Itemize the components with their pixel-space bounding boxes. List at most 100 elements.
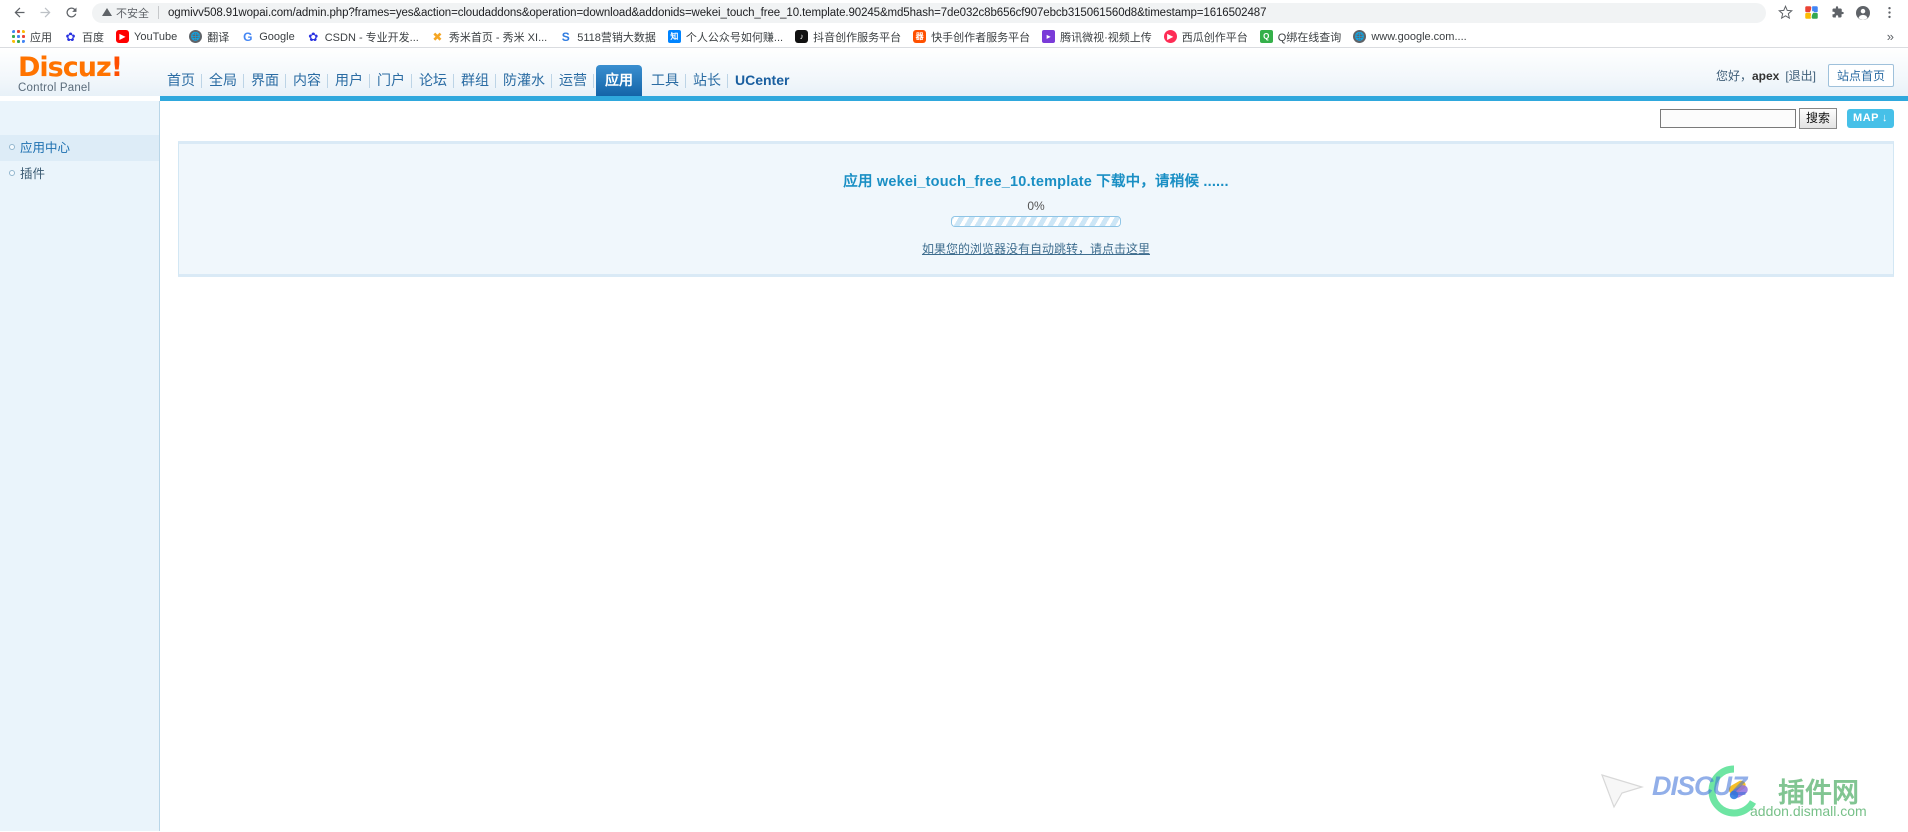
search-input[interactable] [1660,109,1796,128]
nav-item-antispam[interactable]: 防灌水 [496,68,552,96]
download-progress-bar [951,216,1121,227]
map-arrow-icon: ↓ [1882,109,1888,128]
weishi-icon: ▸ [1042,30,1055,43]
bookmarks-overflow-button[interactable]: » [1879,29,1902,44]
bookmark-label: 百度 [82,29,104,45]
url-text: ogmivv508.91wopai.com/admin.php?frames=y… [168,7,1266,19]
logo-wordmark: Discuz! [18,54,160,81]
nav-item-global[interactable]: 全局 [202,68,244,96]
bookmark-item-xiumi[interactable]: ✖ 秀米首页 - 秀米 XI... [425,27,553,47]
qbang-icon: Q [1260,30,1273,43]
map-label: MAP [1853,109,1879,128]
back-arrow-icon[interactable] [6,0,32,26]
discuz-sidebar: 应用中心 插件 [0,101,160,831]
reload-icon[interactable] [58,0,84,26]
nav-item-group[interactable]: 群组 [454,68,496,96]
nav-item-tools[interactable]: 工具 [644,68,686,96]
bookmark-label: 腾讯微视·视频上传 [1060,29,1152,45]
nav-item-operation[interactable]: 运营 [552,68,594,96]
bookmark-item-zhihu[interactable]: 知 个人公众号如何赚... [662,27,789,47]
nav-item-apps[interactable]: 应用 [596,65,642,96]
bookmark-item-apps[interactable]: 应用 [6,27,58,47]
omnibox-divider [158,6,159,19]
manual-redirect-link[interactable]: 如果您的浏览器没有自动跳转，请点击这里 [922,240,1150,257]
bookmark-label: 西瓜创作平台 [1182,29,1248,45]
discuz-main-content: 搜索 MAP ↓ 应用 wekei_touch_free_10.template… [160,101,1908,831]
bookmark-item-weishi[interactable]: ▸ 腾讯微视·视频上传 [1036,27,1158,47]
map-button[interactable]: MAP ↓ [1847,109,1894,128]
bookmark-label: CSDN - 专业开发... [325,29,419,45]
bookmark-item-kuaishou[interactable]: 器 快手创作者服务平台 [907,27,1036,47]
bookmark-item-baidu[interactable]: ✿ 百度 [58,27,110,47]
baidu-paw-icon: ✿ [307,30,320,43]
nav-item-webmaster[interactable]: 站长 [686,68,728,96]
bookmark-item-xigua[interactable]: ▶ 西瓜创作平台 [1158,27,1254,47]
site-home-button[interactable]: 站点首页 [1828,64,1894,87]
search-strip: 搜索 MAP ↓ [160,101,1908,135]
bookmark-item-translate[interactable]: 🌐 翻译 [183,27,235,47]
address-bar[interactable]: 不安全 ogmivv508.91wopai.com/admin.php?fram… [92,3,1766,23]
bookmark-item-5118[interactable]: S 5118营销大数据 [553,27,662,47]
sidebar-item-label: 插件 [20,167,45,181]
kuaishou-icon: 器 [913,30,926,43]
download-panel: 应用 wekei_touch_free_10.template 下载中，请稍候 … [178,141,1894,277]
bookmark-label: 个人公众号如何赚... [686,29,783,45]
bookmark-star-icon[interactable] [1772,0,1798,26]
nav-item-interface[interactable]: 界面 [244,68,286,96]
bookmark-label: YouTube [134,31,177,43]
translate-globe-icon: 🌐 [1353,30,1366,43]
google-g-icon: G [241,30,254,43]
not-secure-badge[interactable]: 不安全 [102,5,149,21]
extension-puzzle-icon[interactable] [1824,0,1850,26]
forward-arrow-icon[interactable] [32,0,58,26]
nav-item-forum[interactable]: 论坛 [412,68,454,96]
bookmark-label: www.google.com.... [1371,31,1466,43]
download-percent-label: 0% [179,199,1893,213]
bookmarks-bar: 应用 ✿ 百度 ▶ YouTube 🌐 翻译 G Google ✿ CSDN -… [0,26,1908,48]
bookmark-item-douyin[interactable]: ♪ 抖音创作服务平台 [789,27,907,47]
discuz-logo[interactable]: Discuz! Control Panel [0,48,160,96]
warning-triangle-icon [102,8,112,16]
bookmark-label: 抖音创作服务平台 [813,29,901,45]
download-title: 应用 wekei_touch_free_10.template 下载中，请稍候 … [179,170,1893,191]
douyin-icon: ♪ [795,30,808,43]
username-label: apex [1752,69,1779,83]
discuz-admin-page: Discuz! Control Panel 首页 全局 界面 内容 用户 门户 … [0,48,1908,831]
youtube-icon: ▶ [116,30,129,43]
search-button[interactable]: 搜索 [1799,108,1837,129]
nav-item-portal[interactable]: 门户 [370,68,412,96]
browser-chrome: 不安全 ogmivv508.91wopai.com/admin.php?fram… [0,0,1908,48]
bullet-icon [9,170,15,176]
xigua-icon: ▶ [1164,30,1177,43]
bookmark-item-google-com[interactable]: 🌐 www.google.com.... [1347,28,1472,45]
user-bar: 您好， apex [退出] 站点首页 [1716,64,1894,87]
not-secure-label: 不安全 [116,5,149,21]
bookmark-item-qbang[interactable]: Q Q绑在线查询 [1254,27,1348,47]
logout-link[interactable]: [退出] [1785,67,1816,84]
profile-avatar-icon[interactable] [1850,0,1876,26]
zhihu-icon: 知 [668,30,681,43]
nav-item-home[interactable]: 首页 [160,68,202,96]
nav-item-content[interactable]: 内容 [286,68,328,96]
bookmark-label: 秀米首页 - 秀米 XI... [449,29,547,45]
bookmark-label: 应用 [30,29,52,45]
greeting-label: 您好， [1716,67,1752,84]
sidebar-item-app-center[interactable]: 应用中心 [0,135,159,161]
sidebar-item-label: 应用中心 [20,141,70,155]
bookmark-item-csdn[interactable]: ✿ CSDN - 专业开发... [301,27,425,47]
bookmark-label: Q绑在线查询 [1278,29,1342,45]
nav-item-users[interactable]: 用户 [328,68,370,96]
logo-subtitle: Control Panel [18,82,160,94]
logo-exclamation: ! [111,52,122,83]
bookmark-label: 5118营销大数据 [577,29,656,45]
bookmark-label: 翻译 [207,29,229,45]
bookmark-item-google[interactable]: G Google [235,28,300,45]
sidebar-item-plugins[interactable]: 插件 [0,161,159,187]
extension-colored-icon[interactable] [1798,0,1824,26]
nav-item-ucenter[interactable]: UCenter [728,68,796,96]
bookmark-item-youtube[interactable]: ▶ YouTube [110,28,183,45]
discuz-header: Discuz! Control Panel 首页 全局 界面 内容 用户 门户 … [0,48,1908,96]
translate-globe-icon: 🌐 [189,30,202,43]
three-dot-menu-icon[interactable] [1876,0,1902,26]
bullet-icon [9,144,15,150]
